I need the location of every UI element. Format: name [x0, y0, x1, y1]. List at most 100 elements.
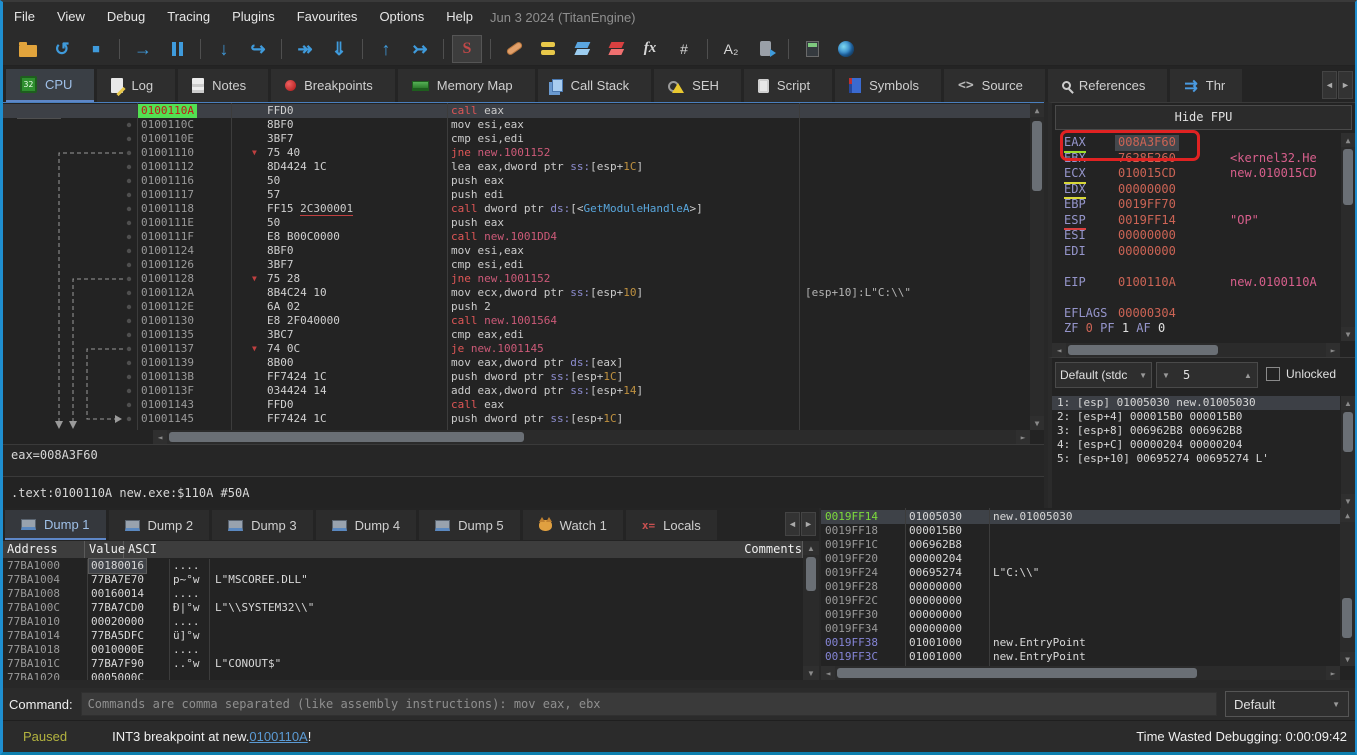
scroll-up-icon[interactable]: ▲ — [1340, 508, 1355, 522]
restart-icon[interactable]: ↺ — [47, 35, 77, 63]
disasm-row[interactable]: 01001139 8B00 mov eax,dword ptr ds:[eax] — [3, 356, 1030, 370]
disasm-row[interactable]: 0100110A FFD0 call eax — [3, 104, 1030, 118]
register-row[interactable]: EDI 00000000 — [1052, 244, 1340, 260]
register-row[interactable] — [1052, 259, 1340, 275]
step-over-icon[interactable]: ↪ — [243, 35, 273, 63]
website-icon[interactable] — [831, 35, 861, 63]
command-input[interactable] — [81, 692, 1217, 716]
disasm-horizontal-scrollbar[interactable]: ◄ ► — [153, 430, 1030, 444]
stack-row[interactable]: 0019FF1C 006962B8 — [821, 538, 1340, 552]
run-to-user-code-icon[interactable]: ↠ — [290, 35, 320, 63]
tab-log[interactable]: Log — [97, 69, 175, 102]
stack-row[interactable]: 0019FF28 00000000 — [821, 580, 1340, 594]
register-row[interactable]: EDX 00000000 — [1052, 182, 1340, 198]
argument-row[interactable]: 3: [esp+8] 006962B8 006962B8 — [1052, 424, 1340, 438]
run-icon[interactable]: → — [128, 35, 158, 63]
hide-fpu-button[interactable]: Hide FPU — [1055, 105, 1352, 130]
tab-symbols[interactable]: Symbols — [835, 69, 941, 102]
dump-scroll-right-icon[interactable]: ► — [801, 512, 816, 536]
disasm-row[interactable]: 0100112A 8B4C24 10 mov ecx,dword ptr ss:… — [3, 286, 1030, 300]
tab-threads[interactable]: Thr — [1170, 69, 1242, 102]
stack-row[interactable]: 0019FF24 00695274 L"C:\\" — [821, 566, 1340, 580]
argument-row[interactable]: 5: [esp+10] 00695274 00695274 L' — [1052, 452, 1340, 466]
disasm-row[interactable]: 01001130 E8 2F040000 call new.1001564 — [3, 314, 1030, 328]
disasm-row[interactable]: 01001145 FF7424 1C push dword ptr ss:[es… — [3, 412, 1030, 426]
scroll-right-icon[interactable]: ► — [1016, 430, 1030, 444]
tab-breakpoints[interactable]: Breakpoints — [271, 69, 395, 102]
tab-source[interactable]: Source — [944, 69, 1045, 102]
menu-item[interactable]: Debug — [96, 2, 156, 32]
scroll-up-icon[interactable]: ▲ — [803, 541, 819, 555]
registers-horizontal-scrollbar[interactable]: ◄ ► — [1052, 343, 1340, 357]
tab-references[interactable]: References — [1048, 69, 1167, 102]
stack-horizontal-scrollbar[interactable]: ◄ ► — [821, 666, 1340, 680]
stack-vertical-scrollbar[interactable]: ▲ ▼ — [1340, 508, 1355, 666]
tab-dump-5[interactable]: Dump 5 — [419, 510, 520, 540]
dump-row[interactable]: 77BA1010 00020000 .... — [3, 615, 803, 629]
dump-row[interactable]: 77BA1008 00160014 .... — [3, 587, 803, 601]
argument-count-stepper[interactable]: ▼ 5 ▲ — [1156, 362, 1258, 388]
arguments-vertical-scrollbar[interactable]: ▲ ▼ — [1341, 396, 1355, 508]
scroll-left-icon[interactable]: ◄ — [821, 666, 835, 680]
bookmarks-icon[interactable] — [601, 35, 631, 63]
tab-seh[interactable]: SEH — [654, 69, 741, 102]
labels-icon[interactable] — [567, 35, 597, 63]
scroll-down-icon[interactable]: ▼ — [803, 666, 819, 680]
tab-cpu[interactable]: CPU — [6, 69, 94, 102]
patches-icon[interactable] — [499, 35, 529, 63]
stack-row[interactable]: 0019FF30 00000000 — [821, 608, 1340, 622]
registers-vertical-scrollbar[interactable]: ▲ ▼ — [1341, 133, 1355, 341]
scroll-thumb[interactable] — [1343, 412, 1353, 452]
scroll-down-icon[interactable]: ▼ — [1341, 327, 1355, 341]
stack-row[interactable]: 0019FF38 01001000 new.EntryPoint — [821, 636, 1340, 650]
tab-dump-1[interactable]: Dump 1 — [5, 510, 106, 540]
register-row[interactable] — [1052, 290, 1340, 306]
dump-row[interactable]: 77BA100C 77BA7CD0 Ð|°w L"\\SYSTEM32\\" — [3, 601, 803, 615]
scroll-down-icon[interactable]: ▼ — [1341, 494, 1355, 508]
tab-dump-2[interactable]: Dump 2 — [109, 510, 210, 540]
scroll-right-icon[interactable]: ► — [1326, 666, 1340, 680]
dump-row[interactable]: 77BA1020 0005000C — [3, 671, 803, 680]
register-row[interactable]: EFLAGS 00000304 — [1052, 306, 1340, 322]
tab-watch-1[interactable]: Watch 1 — [523, 510, 623, 540]
disasm-row[interactable]: 0100112E 6A 02 push 2 — [3, 300, 1030, 314]
stepper-up-icon[interactable]: ▲ — [1239, 371, 1257, 380]
scroll-down-icon[interactable]: ▼ — [1340, 652, 1355, 666]
tab-memory-map[interactable]: Memory Map — [398, 69, 535, 102]
case-convert-icon[interactable]: A₂ — [716, 35, 746, 63]
scroll-thumb[interactable] — [169, 432, 524, 442]
scroll-thumb[interactable] — [1032, 121, 1042, 191]
step-into-icon[interactable]: ↓ — [209, 35, 239, 63]
disasm-row[interactable]: 01001116 50 push eax — [3, 174, 1030, 188]
tab-locals[interactable]: Locals — [626, 510, 717, 540]
tab-dump-4[interactable]: Dump 4 — [316, 510, 417, 540]
stack-row[interactable]: 0019FF2C 00000000 — [821, 594, 1340, 608]
disasm-vertical-scrollbar[interactable]: ▲ ▼ — [1030, 103, 1044, 430]
dump-row[interactable]: 77BA101C 77BA7F90 ..°w L"CONOUT$" — [3, 657, 803, 671]
run-to-user-icon[interactable]: ↣ — [405, 35, 435, 63]
disasm-row[interactable]: 0100110E 3BF7 cmp esi,edi — [3, 132, 1030, 146]
argument-row[interactable]: 2: [esp+4] 000015B0 000015B0 — [1052, 410, 1340, 424]
disasm-row[interactable]: 01001126 3BF7 cmp esi,edi — [3, 258, 1030, 272]
disasm-row[interactable]: 0100113F 034424 14 add eax,dword ptr ss:… — [3, 384, 1030, 398]
argument-row[interactable]: 1: [esp] 01005030 new.01005030 — [1052, 396, 1340, 410]
disasm-row[interactable]: 01001137 ▼ 74 0C je new.1001145 — [3, 342, 1030, 356]
functions-icon[interactable]: fx — [635, 35, 665, 63]
stop-icon[interactable]: ■ — [81, 35, 111, 63]
tab-script[interactable]: Script — [744, 69, 832, 102]
disasm-row[interactable]: 01001112 8D4424 1C lea eax,dword ptr ss:… — [3, 160, 1030, 174]
tab-scroll-right-icon[interactable]: ► — [1338, 71, 1353, 99]
scroll-thumb[interactable] — [1342, 598, 1352, 638]
menu-item[interactable]: Favourites — [286, 2, 369, 32]
dump-row[interactable]: 77BA1018 0010000E .... — [3, 643, 803, 657]
disasm-row[interactable]: 01001117 57 push edi — [3, 188, 1030, 202]
disasm-row[interactable]: 0100111F E8 B00C0000 call new.1001DD4 — [3, 230, 1030, 244]
calling-convention-select[interactable]: Default (stdc ▼ — [1055, 362, 1152, 388]
dump-scroll-left-icon[interactable]: ◄ — [785, 512, 800, 536]
register-row[interactable]: ZF 0 PF 1 AF 0 — [1052, 321, 1340, 337]
menu-item[interactable]: View — [46, 2, 96, 32]
menu-item[interactable]: Tracing — [156, 2, 221, 32]
step-into-source-icon[interactable]: ⇓ — [324, 35, 354, 63]
disasm-row[interactable]: 0100110C 8BF0 mov esi,eax — [3, 118, 1030, 132]
scroll-down-icon[interactable]: ▼ — [1030, 416, 1044, 430]
